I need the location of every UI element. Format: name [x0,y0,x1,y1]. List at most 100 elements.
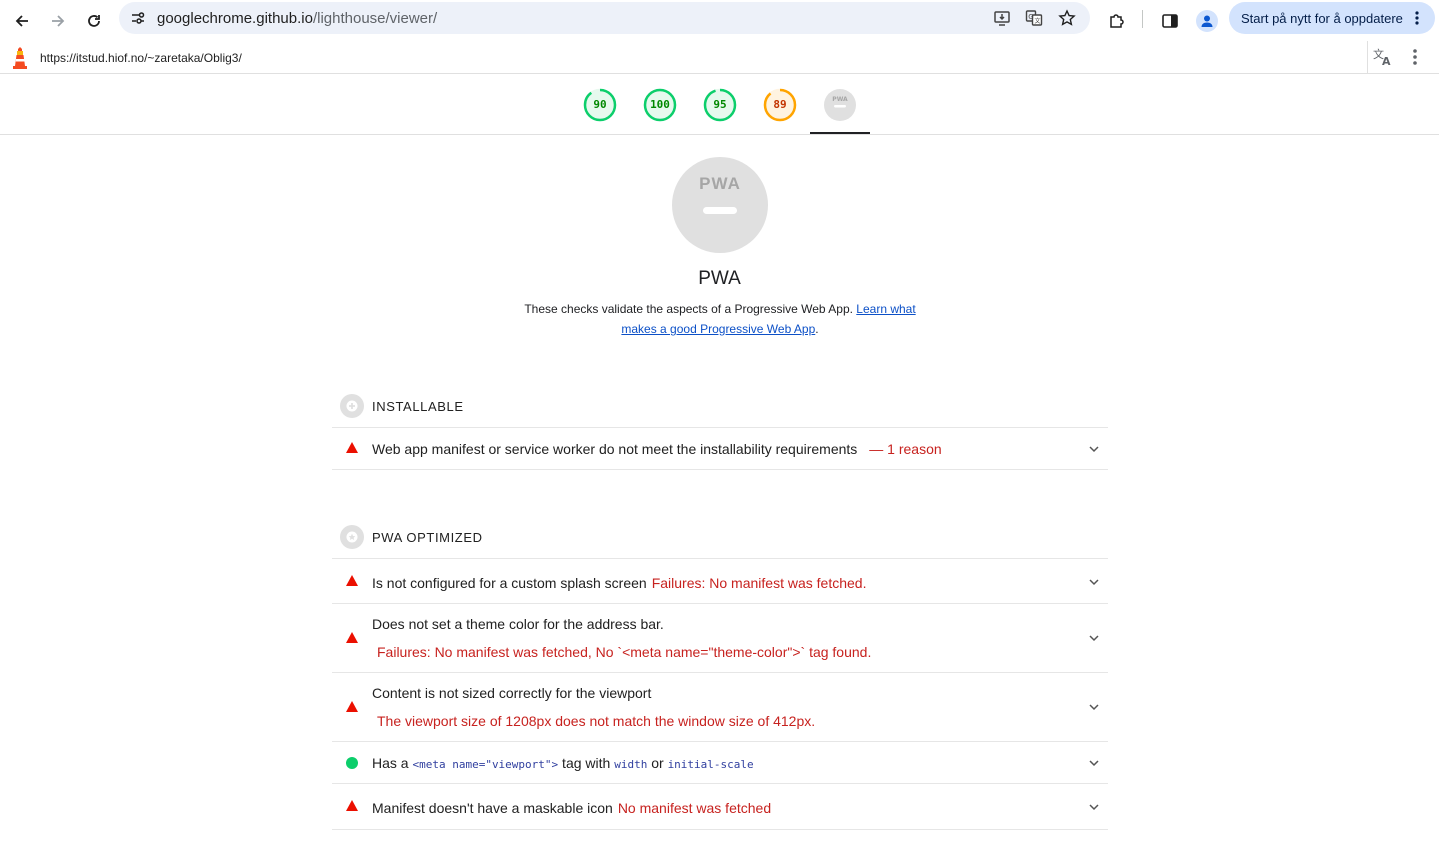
chevron-down-icon [1089,446,1099,453]
audit-viewport[interactable]: Has a <meta name="viewport"> tag with wi… [332,741,1108,784]
score-gauge-performance[interactable]: 90 [583,88,617,122]
language-button[interactable]: 文A [1372,46,1394,68]
report-url: https://itstud.hiof.no/~zaretaka/Oblig3/ [40,51,242,65]
more-vertical-icon [1413,49,1417,65]
fail-triangle-icon [346,442,358,453]
address-bar[interactable]: googlechrome.github.io/lighthouse/viewer… [119,2,1090,34]
audit-text: or [647,755,668,771]
audit-title: Has a <meta name="viewport"> tag with wi… [372,755,754,771]
install-app-icon[interactable] [990,6,1014,30]
toolbar-divider [1142,10,1143,28]
chevron-down-icon [1089,635,1099,642]
lighthouse-topbar: https://itstud.hiof.no/~zaretaka/Oblig3/… [0,41,1439,74]
extensions-button[interactable] [1102,6,1132,36]
pass-circle-icon [346,757,358,769]
audit-reason: — 1 reason [869,441,942,457]
audit-title: Manifest doesn't have a maskable icon No … [372,800,771,816]
profile-button[interactable] [1192,6,1222,36]
fail-triangle-icon [346,800,358,811]
score-gauge-accessibility[interactable]: 100 [643,88,677,122]
audit-failure: The viewport size of 1208px does not mat… [377,713,816,729]
score-gauge-pwa[interactable]: PWA [823,88,857,122]
translate-icon: 文A [1373,47,1391,68]
score-gauge-seo[interactable]: 89 [763,88,797,122]
audit-failure: Failures: No manifest was fetched, No `<… [377,644,872,660]
lighthouse-logo-icon [13,47,27,69]
pwa-badge-text: PWA [699,174,741,193]
pwa-category-badge: PWA [672,157,768,253]
score-dash [703,207,737,214]
score-gauge-best-practices[interactable]: 95 [703,88,737,122]
active-tab-underline [810,132,870,134]
avatar [1196,10,1218,32]
chevron-down-icon [1089,760,1099,767]
side-panel-button[interactable] [1155,6,1185,36]
score-gauges: 90 100 95 89 PWA [0,74,1439,135]
restart-update-button[interactable]: Start på nytt for å oppdatere [1229,2,1435,34]
group-header: PWA OPTIMIZED [332,524,483,550]
audit-title-text: Is not configured for a custom splash sc… [372,575,647,591]
reload-button[interactable] [79,6,109,36]
svg-text:A: A [1382,55,1391,68]
bookmark-star-icon[interactable] [1055,6,1079,30]
restart-update-label: Start på nytt for å oppdatere [1241,10,1403,26]
tools-menu-button[interactable] [1406,46,1424,68]
reload-icon [88,15,100,27]
audit-title-text: Web app manifest or service worker do no… [372,441,858,457]
audit-theme-color[interactable]: Does not set a theme color for the addre… [332,603,1108,673]
description-text: These checks validate the aspects of a P… [524,302,857,316]
chevron-down-icon [1089,704,1099,711]
category-title: PWA [698,268,741,289]
group-label: PWA OPTIMIZED [372,529,483,545]
side-panel-icon [1162,14,1178,28]
score-value: 89 [773,98,787,111]
group-label: INSTALLABLE [372,398,464,414]
audit-title: Does not set a theme color for the addre… [372,616,664,632]
audit-title: Web app manifest or service worker do no… [372,441,942,457]
fail-triangle-icon [346,701,358,712]
group-header: INSTALLABLE [332,393,464,419]
url-text: googlechrome.github.io/lighthouse/viewer… [157,10,437,27]
svg-text:G: G [1028,13,1033,21]
installable-icon [340,394,364,418]
chevron-down-icon [1089,579,1099,586]
site-settings-icon[interactable] [126,6,150,30]
arrow-right-icon [52,15,65,27]
audit-text: tag with [558,755,615,771]
audit-failure: No manifest was fetched [617,800,772,816]
score-value: 95 [713,98,727,111]
category-description: These checks validate the aspects of a P… [514,299,926,339]
audit-splash-screen[interactable]: Is not configured for a custom splash sc… [332,558,1108,604]
back-button[interactable] [7,6,37,36]
score-value: 90 [593,98,607,111]
audit-code: <meta name="viewport"> [412,758,559,771]
translate-page-icon[interactable]: G文 [1022,6,1046,30]
puzzle-icon [1110,14,1124,28]
chevron-down-icon [1089,804,1099,811]
forward-button[interactable] [43,6,73,36]
topbar-divider [1367,41,1368,73]
description-end: . [815,322,819,336]
pwa-mini-badge: PWA [832,96,848,103]
url-host: googlechrome.github.io [157,10,313,27]
audit-failure: Failures: No manifest was fetched. [651,575,867,591]
audit-content-width[interactable]: Content is not sized correctly for the v… [332,672,1108,742]
audit-title: Is not configured for a custom splash sc… [372,575,866,591]
fail-triangle-icon [346,632,358,643]
audit-text: Has a [372,755,413,771]
audit-installable-manifest[interactable]: Web app manifest or service worker do no… [332,427,1108,470]
audit-title-text: Manifest doesn't have a maskable icon [372,800,613,816]
audit-code: initial-scale [667,758,754,771]
audit-title: Content is not sized correctly for the v… [372,685,652,701]
more-vertical-icon [1415,11,1419,25]
browser-toolbar: googlechrome.github.io/lighthouse/viewer… [0,0,1439,42]
url-path: /lighthouse/viewer/ [312,10,438,27]
person-icon [1201,15,1213,27]
svg-text:文: 文 [1035,17,1041,25]
star-icon [340,525,364,549]
audit-maskable-icon[interactable]: Manifest doesn't have a maskable icon No … [332,783,1108,830]
score-value: 100 [650,98,670,111]
arrow-left-icon [15,15,28,27]
audit-code: width [614,758,648,771]
fail-triangle-icon [346,575,358,586]
